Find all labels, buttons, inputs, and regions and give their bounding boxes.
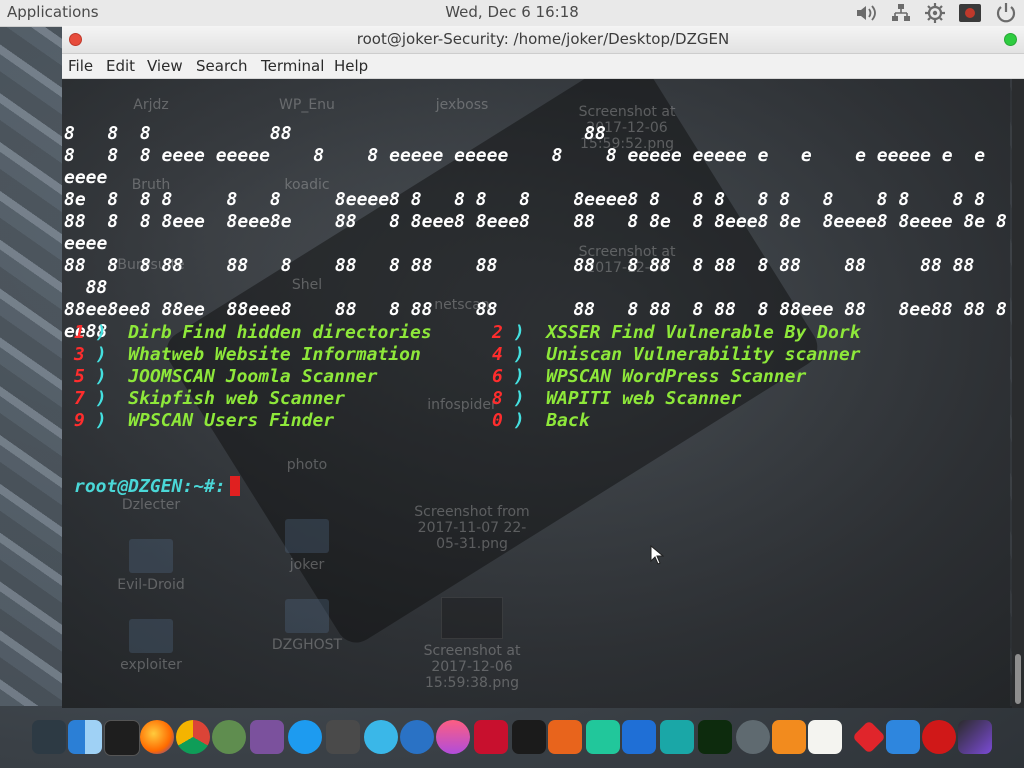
atom-icon[interactable] <box>364 720 398 754</box>
banner-line: eeee <box>64 167 108 188</box>
menu-edit[interactable]: Edit <box>106 57 135 75</box>
viber-icon[interactable] <box>250 720 284 754</box>
itunes-icon[interactable] <box>436 720 470 754</box>
bull-icon[interactable] <box>512 720 546 754</box>
mouse-pointer-icon <box>650 545 664 565</box>
terminal-scrollbar[interactable] <box>1012 79 1024 708</box>
option-8: 8 ) WAPITI web Scanner <box>492 388 742 409</box>
terminal-window: root@joker-Security: /home/joker/Desktop… <box>62 26 1024 708</box>
banner-line: 88ee8ee8 88ee 88eee8 88 8 88 88 88 8 88 … <box>64 299 1007 320</box>
script-editor-icon[interactable] <box>326 720 360 754</box>
mask-icon[interactable] <box>548 720 582 754</box>
desktop-icon: photo <box>286 457 328 473</box>
menu-terminal[interactable]: Terminal <box>261 57 324 75</box>
desktop-icon: joker <box>252 519 362 573</box>
option-4: 4 ) Uniscan Vulnerability scanner <box>492 344 861 365</box>
record-icon[interactable] <box>922 720 956 754</box>
network-icon[interactable] <box>890 2 912 24</box>
recorder-icon[interactable] <box>958 2 982 24</box>
option-2: 2 ) XSSER Find Vulnerable By Dork <box>492 322 861 343</box>
globe-icon[interactable] <box>212 720 246 754</box>
option-0: 0 ) Back <box>492 410 590 431</box>
thunder-icon[interactable] <box>586 720 620 754</box>
option-3: 3 ) Whatweb Website Information <box>74 344 421 365</box>
diamond-icon[interactable] <box>852 720 886 754</box>
desktop-icon: exploiter <box>96 619 206 673</box>
system-tray <box>854 2 1018 24</box>
desktop-icon: Evil-Droid <box>96 539 206 593</box>
desktop-icon: Screenshot at 2017-12-06 15:59:38.png <box>407 597 537 691</box>
banner-line: 8 8 8 eeee eeeee 8 8 eeeee eeeee 8 8 eee… <box>64 145 986 166</box>
window-titlebar[interactable]: root@joker-Security: /home/joker/Desktop… <box>62 26 1024 54</box>
option-5: 5 ) JOOMSCAN Joomla Scanner <box>74 366 378 387</box>
menu-bar: File Edit View Search Terminal Help <box>62 54 1024 79</box>
avatar-app-icon[interactable] <box>660 720 694 754</box>
finder-icon[interactable] <box>68 720 102 754</box>
banner-line: 8 8 8 88 88 <box>64 123 606 144</box>
banner-line: 88 8 8 88 88 8 88 8 88 88 88 8 88 8 88 8… <box>64 255 975 276</box>
power-icon[interactable] <box>994 2 1018 24</box>
desktop-wallpaper-left <box>0 26 62 706</box>
option-6: 6 ) WPSCAN WordPress Scanner <box>492 366 807 387</box>
window-title: root@joker-Security: /home/joker/Desktop… <box>356 30 730 48</box>
text-cursor <box>229 476 240 496</box>
scrollbar-thumb[interactable] <box>1015 654 1021 704</box>
option-7: 7 ) Skipfish web Scanner <box>74 388 345 409</box>
chrome-icon[interactable] <box>176 720 210 754</box>
browser-icon[interactable] <box>400 720 434 754</box>
final-cut-icon[interactable] <box>958 720 992 754</box>
colors-icon[interactable] <box>736 720 770 754</box>
option-9: 9 ) WPSCAN Users Finder <box>74 410 335 431</box>
windows-apps-icon[interactable] <box>886 720 920 754</box>
firefox-icon[interactable] <box>140 720 174 754</box>
menu-view[interactable]: View <box>147 57 183 75</box>
menu-file[interactable]: File <box>68 57 93 75</box>
shell-prompt[interactable]: root@DZGEN:~#: <box>74 476 240 498</box>
screen-capture-icon[interactable] <box>32 720 66 754</box>
malwarebytes-icon[interactable] <box>622 720 656 754</box>
banner-line: 88 <box>64 277 108 298</box>
top-panel: Applications Wed, Dec 6 16:18 <box>0 0 1024 27</box>
applications-menu[interactable]: Applications <box>7 3 99 21</box>
banner-line: 8e 8 8 8 8 8 8eeee8 8 8 8 8 8eeee8 8 8 8… <box>64 189 986 210</box>
notes-icon[interactable] <box>808 720 842 754</box>
option-1: 1 ) Dirb Find hidden directories <box>74 322 432 343</box>
matrix-icon[interactable] <box>698 720 732 754</box>
desktop-icon: Screenshot from 2017-11-07 22-05-31.png <box>414 504 530 552</box>
terminal-icon[interactable] <box>104 720 140 756</box>
app-store-icon[interactable] <box>288 720 322 754</box>
volume-icon[interactable] <box>854 2 878 24</box>
settings-gear-icon[interactable] <box>924 2 946 24</box>
filezilla-icon[interactable] <box>474 720 508 754</box>
dock <box>0 708 1024 768</box>
banner-line: eeee <box>64 233 108 254</box>
menu-help[interactable]: Help <box>334 57 368 75</box>
desktop-icon: Dzlecter <box>121 497 181 513</box>
terminal-area[interactable]: Arjdz WP_Enu jexboss Screenshot at 2017-… <box>62 79 1012 708</box>
banner-line: 88 8 8 8eee 8eee8e 88 8 8eee8 8eee8 88 8… <box>64 211 1007 232</box>
menu-search[interactable]: Search <box>196 57 248 75</box>
maximize-window-button[interactable] <box>1004 33 1017 46</box>
desktop-icon: DZGHOST <box>252 599 362 653</box>
sublime-icon[interactable] <box>772 720 806 754</box>
